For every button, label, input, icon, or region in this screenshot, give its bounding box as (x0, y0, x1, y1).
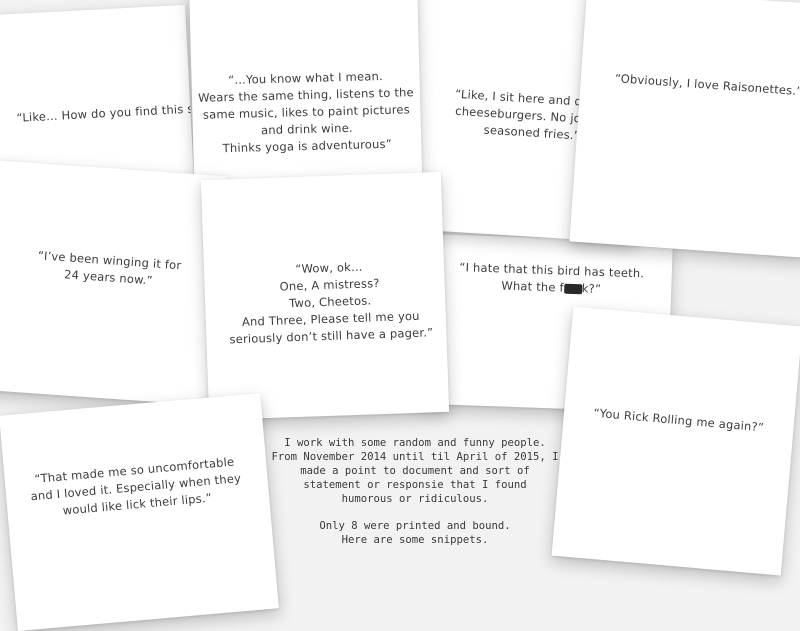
quote-line: “You Rick Rolling me again?” (592, 405, 765, 435)
quote-card-mistress: “Wow, ok… One, A mistress? Two, Cheetos.… (200, 171, 450, 421)
quote-card-uncomfortable: “That made me so uncomfortable and I lov… (0, 392, 279, 631)
intro-paragraph: I work with some random and funny people… (271, 437, 559, 505)
quote-line: “Like… How do you find this sh (16, 101, 195, 125)
quote-card-winging: “I’ve been winging it for 24 years now.” (0, 160, 228, 406)
quote-card-rick-rolling: “You Rick Rolling me again?” (551, 306, 800, 576)
intro-paragraph: Only 8 were printed and bound. Here are … (319, 520, 511, 546)
intro-text: I work with some random and funny people… (262, 436, 568, 560)
quote-line: k?” (581, 281, 602, 296)
quote-card-raisonettes: “Obviously, I love Raisonettes.” (569, 0, 800, 259)
quote-line: “Obviously, I love Raisonettes.” (614, 71, 800, 99)
redaction-mark (563, 283, 582, 294)
quote-line: What the f (501, 278, 565, 295)
